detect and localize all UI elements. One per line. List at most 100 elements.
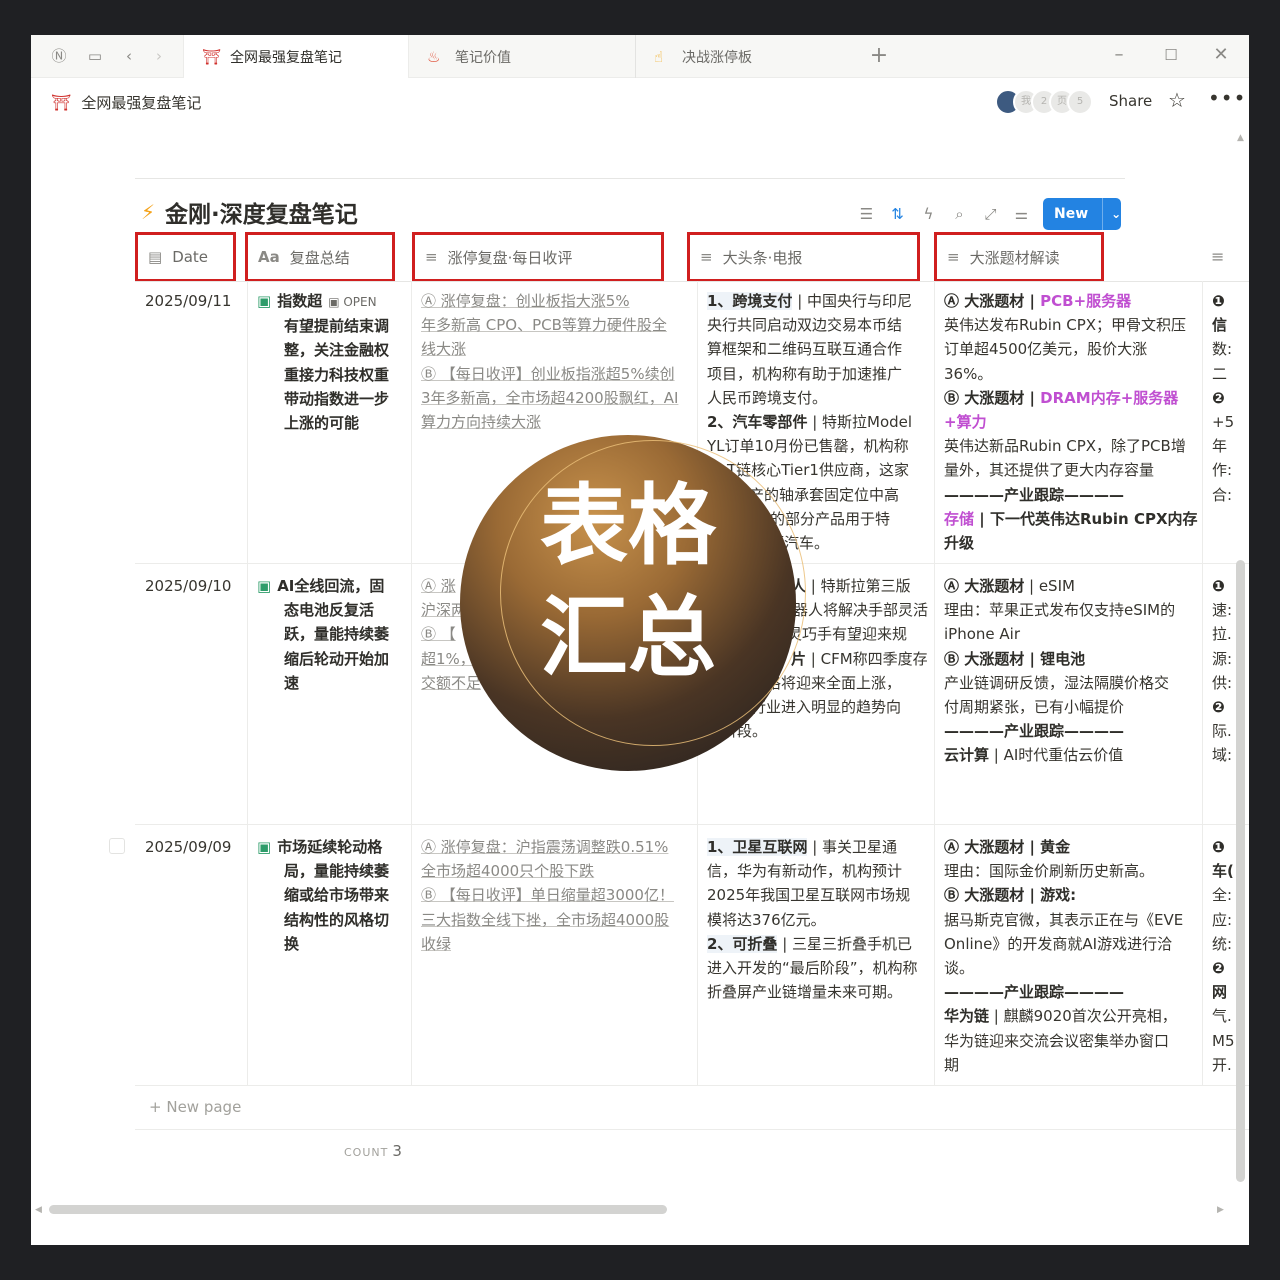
- headline-line: 项目，机构称有助于加速推广: [707, 364, 903, 383]
- extra-line: 合:: [1212, 485, 1233, 504]
- summary-cell[interactable]: ▣ 指数超 ▣ OPEN 有望提前结束调 整，关注金融权 重接力科技权重 带动指数进…: [257, 289, 407, 435]
- review-link[interactable]: 年多新高 CPO、PCB等算力硬件股全: [421, 313, 693, 337]
- theme-cell[interactable]: Ⓐ 大涨题材 | 黄金 理由：国际金价刷新历史新高。 Ⓑ 大涨题材 | 游戏: …: [944, 835, 1198, 1077]
- maximize-icon[interactable]: ☐: [1159, 46, 1183, 64]
- summary-text: 指数超: [277, 292, 323, 310]
- theme-line: Ⓑ 大涨题材 | DRAM内存+服务器: [944, 386, 1198, 410]
- theme-line: 期: [944, 1055, 960, 1074]
- avatar: 5: [1067, 89, 1093, 115]
- date-cell[interactable]: 2025/09/10: [145, 574, 231, 598]
- sidebar-toggle-icon[interactable]: ▭: [85, 46, 105, 66]
- review-link[interactable]: 全市场超4000只个股下跌: [421, 859, 693, 883]
- headline-topic: 2、汽车零部件: [707, 413, 808, 432]
- overlay-line: 表格: [539, 474, 716, 577]
- column-header-headlines[interactable]: ≡ 大头条·电报: [687, 232, 920, 282]
- text-property-icon: Aa: [258, 248, 280, 266]
- text-lines-icon[interactable]: ≡: [1211, 247, 1224, 266]
- review-link[interactable]: 三大指数全线下挫，全市场超4000股: [421, 908, 693, 932]
- summary-cell[interactable]: ▣ AI全线回流，固 态电池反复活 跃，量能持续萎 缩后轮动开始加 速: [257, 574, 407, 695]
- headline-topic: 2、可折叠: [707, 934, 778, 953]
- headline-topic: 1、卫星互联网: [707, 838, 808, 856]
- chevron-down-icon[interactable]: ⌄: [1102, 198, 1121, 230]
- review-cell[interactable]: Ⓐ 涨停复盘：沪指震荡调整跌0.51% 全市场超4000只个股下跌 Ⓑ 【每日收…: [421, 835, 693, 956]
- theme-cell[interactable]: Ⓐ 大涨题材 | PCB+服务器 英伟达发布Rubin CPX；甲骨文积压 订单…: [944, 289, 1198, 555]
- review-link[interactable]: 算力方向持续大涨: [421, 410, 693, 434]
- row-checkbox[interactable]: [109, 838, 125, 854]
- summary-text: 市场延续轮动格: [277, 838, 383, 856]
- forward-arrow-icon[interactable]: ›: [149, 46, 169, 66]
- theme-line: 存储 | 下一代英伟达Rubin CPX内存: [944, 507, 1198, 531]
- review-link[interactable]: 3年多新高，全市场超4200股飘红，AI: [421, 386, 693, 410]
- database-title[interactable]: ⚡ 金刚·深度复盘笔记: [141, 195, 358, 229]
- review-link[interactable]: Ⓐ 涨停复盘：创业板指大涨5%: [421, 289, 693, 313]
- new-entry-button[interactable]: New ⌄: [1043, 198, 1121, 230]
- tab-note-value[interactable]: ♨ 笔记价值: [409, 35, 635, 78]
- more-options-icon[interactable]: •••: [1208, 86, 1246, 110]
- extra-cell[interactable]: ❶ 信 数: 二 ❷ +5 年 作: 合:: [1212, 289, 1242, 507]
- review-link[interactable]: 线大涨: [421, 337, 693, 361]
- close-icon[interactable]: ✕: [1209, 44, 1233, 65]
- column-header-label: Date: [172, 248, 209, 266]
- minimize-icon[interactable]: –: [1107, 44, 1131, 65]
- divider: [135, 281, 1249, 282]
- vertical-scrollbar[interactable]: [1236, 560, 1245, 1182]
- column-divider: [411, 281, 412, 1086]
- summary-line: 有望提前结束调: [284, 317, 390, 336]
- date-cell[interactable]: 2025/09/09: [145, 835, 231, 859]
- page-icon: ▣: [257, 577, 272, 595]
- extra-line: 二: [1212, 364, 1228, 383]
- headline-cell[interactable]: 1、卫星互联网 | 事关卫星通 信，华为有新动作，机构预计 2025年我国卫星互…: [707, 835, 931, 1004]
- avatar-stack[interactable]: 我 2 页 5: [995, 89, 1093, 117]
- summary-line: 带动指数进一步: [284, 389, 390, 408]
- theme-line: ————产业跟踪————: [944, 983, 1125, 1002]
- extra-line: 数:: [1212, 340, 1233, 359]
- summary-text: AI全线回流，固: [277, 577, 385, 595]
- review-link[interactable]: Ⓐ 涨停复盘：沪指震荡调整跌0.51%: [421, 835, 693, 859]
- sort-icon[interactable]: ⇅: [882, 205, 913, 223]
- breadcrumb[interactable]: ⛩ 全网最强复盘笔记: [51, 92, 201, 113]
- column-header-summary[interactable]: Aa 复盘总结: [245, 232, 395, 282]
- headline-line: 信，华为有新动作，机构预计: [707, 862, 903, 881]
- share-button[interactable]: Share: [1109, 92, 1152, 110]
- headline-text: | 三星三折叠手机已: [777, 934, 913, 953]
- horizontal-scrollbar[interactable]: [49, 1205, 667, 1214]
- theme-line: 华为链迎来交流会议密集举办窗口: [944, 1031, 1170, 1050]
- lightning-icon: ⚡: [141, 200, 156, 224]
- scroll-right-arrow-icon[interactable]: ▶: [1217, 1205, 1224, 1215]
- scroll-left-arrow-icon[interactable]: ◀: [35, 1205, 42, 1215]
- theme-line: 理由：苹果正式发布仅支持eSIM的: [944, 601, 1176, 620]
- notion-logo-icon[interactable]: Ⓝ: [49, 46, 69, 66]
- expand-icon[interactable]: ⤢: [975, 205, 1006, 223]
- headline-text: | 特斯拉第三版: [806, 577, 911, 595]
- review-cell[interactable]: Ⓐ 涨停复盘：创业板指大涨5% 年多新高 CPO、PCB等算力硬件股全 线大涨 …: [421, 289, 693, 434]
- tab-main-notes[interactable]: ⛩ 全网最强复盘笔记: [183, 35, 409, 78]
- summary-line: 速: [284, 673, 300, 692]
- new-page-label: New page: [166, 1098, 242, 1116]
- summary-line: 缩后轮动开始加: [284, 649, 390, 668]
- back-arrow-icon[interactable]: ‹: [119, 46, 139, 66]
- favorite-star-icon[interactable]: ☆: [1168, 88, 1186, 112]
- column-header-daily-review[interactable]: ≡ 涨停复盘·每日收评: [412, 232, 664, 282]
- filter-icon[interactable]: ☰: [851, 205, 882, 223]
- column-header-themes[interactable]: ≡ 大涨题材解读: [934, 232, 1104, 282]
- theme-line: Online》的开发商就AI游戏进行洽: [944, 934, 1173, 953]
- summary-cell[interactable]: ▣ 市场延续轮动格 局，量能持续萎 缩或给市场带来 结构性的风格切 换: [257, 835, 407, 956]
- automation-bolt-icon[interactable]: ϟ: [913, 205, 944, 223]
- review-link[interactable]: 收绿: [421, 932, 693, 956]
- review-link[interactable]: Ⓑ 【每日收评】单日缩量超3000亿！: [421, 883, 693, 907]
- search-icon[interactable]: ⌕: [944, 205, 975, 223]
- date-cell[interactable]: 2025/09/11: [145, 289, 231, 313]
- column-header-date[interactable]: ▤ Date: [135, 232, 236, 282]
- theme-line: iPhone Air: [944, 625, 1020, 644]
- pointing-hand-icon: ☝: [654, 47, 664, 66]
- column-divider: [934, 281, 935, 1086]
- new-page-button[interactable]: + New page: [149, 1098, 241, 1116]
- review-link[interactable]: Ⓑ 【每日收评】创业板指涨超5%续创: [421, 362, 693, 386]
- column-header-label: 涨停复盘·每日收评: [447, 248, 573, 267]
- open-page-button[interactable]: ▣ OPEN: [328, 295, 376, 309]
- scroll-up-arrow-icon[interactable]: ▲: [1237, 133, 1244, 143]
- theme-cell[interactable]: Ⓐ 大涨题材 | eSIM 理由：苹果正式发布仅支持eSIM的 iPhone A…: [944, 574, 1198, 768]
- settings-sliders-icon[interactable]: ⚌: [1006, 205, 1037, 223]
- new-tab-plus-icon[interactable]: +: [869, 45, 889, 67]
- tab-limit-up[interactable]: ☝ 决战涨停板: [635, 35, 859, 78]
